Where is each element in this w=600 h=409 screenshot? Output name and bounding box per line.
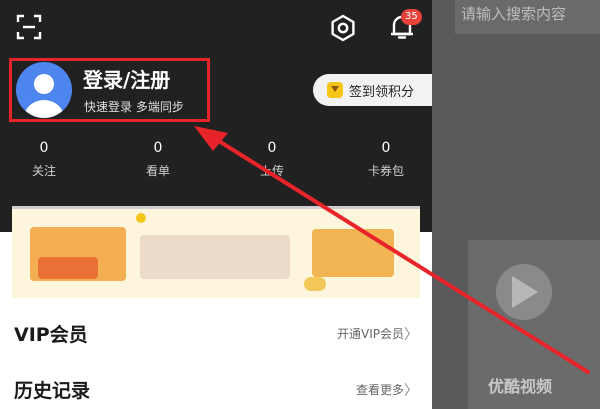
annotation-arrow [194, 126, 590, 374]
arrow-head [194, 126, 228, 151]
arrow-shaft [212, 136, 590, 374]
